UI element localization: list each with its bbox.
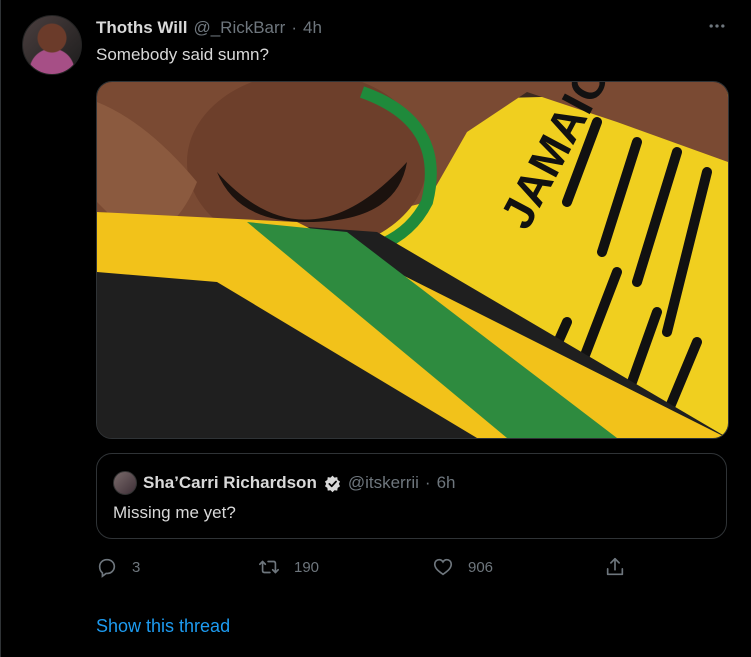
author-handle[interactable]: @_RickBarr xyxy=(193,18,285,38)
left-border xyxy=(0,0,1,657)
more-options-button[interactable] xyxy=(704,16,730,36)
reply-count: 3 xyxy=(132,558,141,576)
verified-badge-icon xyxy=(324,475,340,492)
tweet-actions-bar: 3 190 906 xyxy=(96,556,727,584)
show-this-thread-link[interactable]: Show this thread xyxy=(96,616,230,637)
retweet-button[interactable]: 190 xyxy=(258,556,319,578)
quoted-author-handle: @itskerrii xyxy=(347,473,419,492)
like-count: 906 xyxy=(468,558,494,576)
retweet-icon xyxy=(259,560,279,574)
more-horizontal-icon xyxy=(709,24,725,28)
share-button[interactable] xyxy=(604,556,626,578)
quoted-tweet-header: Sha’Carri Richardson @itskerrii · 6h xyxy=(113,471,456,495)
heart-icon xyxy=(433,558,453,576)
quoted-tweet[interactable]: Sha’Carri Richardson @itskerrii · 6h Mis… xyxy=(96,453,727,539)
quoted-separator-dot: · xyxy=(424,473,431,492)
quoted-author-avatar xyxy=(113,471,137,495)
reply-icon xyxy=(98,558,116,578)
like-button[interactable]: 906 xyxy=(432,556,493,578)
author-name[interactable]: Thoths Will xyxy=(96,18,187,38)
photo-illustration: JAMAICA xyxy=(97,82,728,438)
tweet-header: Thoths Will @_RickBarr · 4h xyxy=(96,16,322,40)
tweet-media-photo[interactable]: JAMAICA xyxy=(96,81,729,439)
separator-dot: · xyxy=(291,18,298,37)
author-avatar[interactable] xyxy=(22,15,82,75)
quoted-tweet-time: 6h xyxy=(436,473,456,492)
quoted-tweet-text: Missing me yet? xyxy=(113,503,236,522)
quoted-author-name: Sha’Carri Richardson xyxy=(143,473,317,492)
tweet-time[interactable]: 4h xyxy=(303,18,322,38)
share-icon xyxy=(606,557,624,576)
reply-button[interactable]: 3 xyxy=(96,556,140,578)
tweet-text: Somebody said sumn? xyxy=(96,45,269,64)
retweet-count: 190 xyxy=(294,558,320,576)
